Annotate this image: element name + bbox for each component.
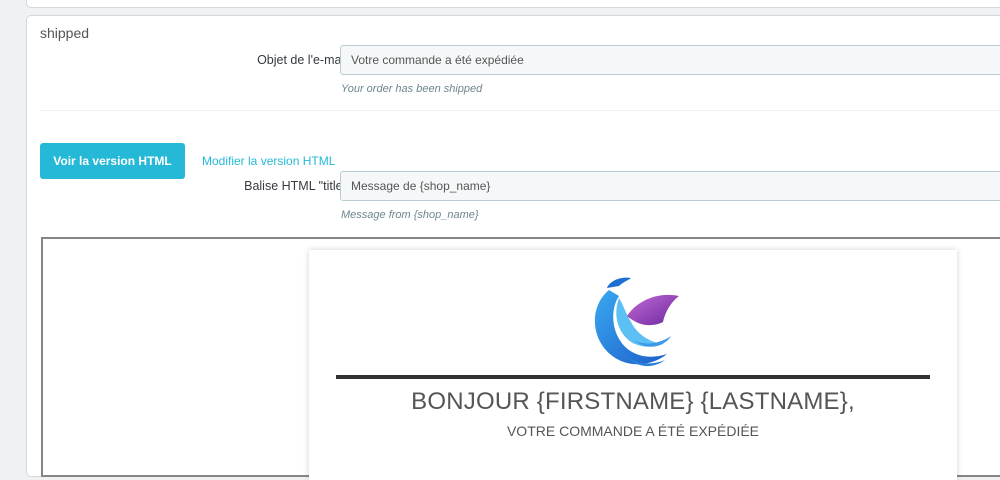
edit-html-link[interactable]: Modifier la version HTML (202, 154, 335, 168)
title-tag-help-text: Message from {shop_name} (341, 209, 479, 221)
email-subheading: VOTRE COMMANDE A ÉTÉ EXPÉDIÉE (506, 423, 760, 439)
title-tag-label: Balise HTML "title" (244, 179, 347, 193)
subject-label: Objet de l'e-mail (257, 53, 347, 67)
subject-input[interactable]: Votre commande a été expédiée (340, 45, 1000, 75)
email-greeting: BONJOUR {FIRSTNAME} {LASTNAME}, (411, 388, 855, 415)
email-template-panel: shipped Objet de l'e-mail Votre commande… (26, 15, 1000, 480)
email-preview-frame[interactable]: BONJOUR {FIRSTNAME} {LASTNAME}, VOTRE CO… (41, 237, 1000, 480)
view-html-button[interactable]: Voir la version HTML (40, 143, 185, 179)
email-header-rule (336, 375, 930, 379)
phoenix-bird-logo-icon (579, 268, 689, 372)
previous-panel-edge (26, 0, 1000, 8)
section-divider (40, 110, 1000, 111)
title-tag-input[interactable]: Message de {shop_name} (340, 171, 1000, 201)
section-title: shipped (40, 25, 90, 41)
subject-help-text: Your order has been shipped (341, 83, 483, 95)
